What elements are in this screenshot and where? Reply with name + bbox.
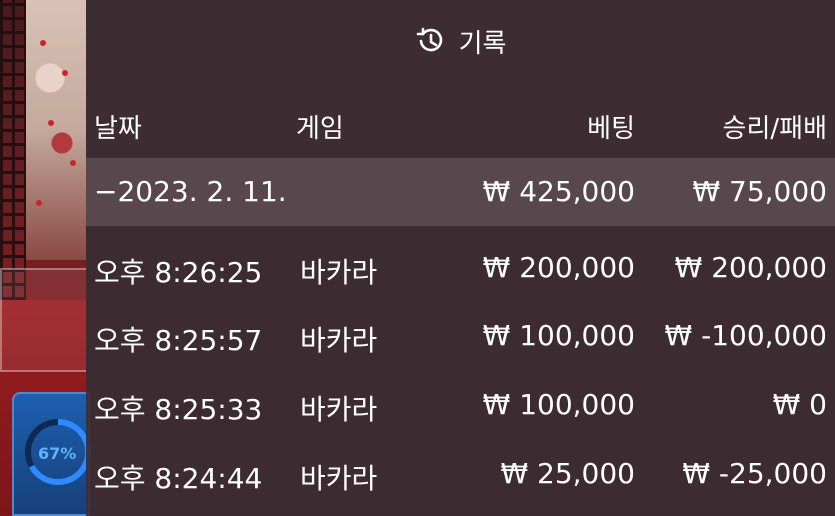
blossom-decor [62,70,68,76]
row-result: ₩ 0 [772,388,827,421]
summary-date: −2023. 2. 11. [94,175,287,208]
row-game: 바카라 [300,462,378,495]
history-icon [416,27,442,52]
column-header-date: 날짜 [94,114,142,144]
row-result: ₩ -100,000 [664,319,827,352]
background-lattice [0,0,26,300]
column-header-game: 게임 [296,114,344,144]
blossom-decor [48,120,54,126]
panel-header: 기록 [86,0,835,88]
background-decor-panel [26,0,86,260]
table-row[interactable]: 오후 8:25:57 바카라 ₩ 100,000 ₩ -100,000 [86,302,835,370]
table-row[interactable]: 오후 8:24:44 바카라 ₩ 25,000 ₩ -25,000 [86,440,835,508]
table-row[interactable]: 오후 8:26:25 바카라 ₩ 200,000 ₩ 200,000 [86,234,835,302]
row-bet: ₩ 200,000 [482,251,635,284]
row-time: 오후 8:25:33 [94,393,263,426]
row-time: 오후 8:26:25 [94,256,263,289]
game-screen: 67% 기록 날짜 게임 베팅 승리/패배 −2023. 2. 11. ₩ 42… [0,0,835,516]
table-header: 날짜 게임 베팅 승리/패배 [86,88,835,158]
progress-percent: 67% [38,444,77,463]
history-panel: 기록 날짜 게임 베팅 승리/패배 −2023. 2. 11. ₩ 425,00… [86,0,835,516]
row-result: ₩ 200,000 [674,251,827,284]
row-game: 바카라 [300,324,378,357]
panel-title: 기록 [458,28,507,59]
row-game: 바카라 [300,393,378,426]
row-bet: ₩ 100,000 [482,388,635,421]
row-time: 오후 8:24:44 [94,462,263,495]
row-bet: ₩ 25,000 [500,457,635,490]
column-header-bet: 베팅 [587,114,635,144]
row-time: 오후 8:25:57 [94,324,263,357]
table-row[interactable]: 오후 8:25:33 바카라 ₩ 100,000 ₩ 0 [86,371,835,439]
summary-result: ₩ 75,000 [692,175,827,208]
blossom-decor [36,200,42,206]
blossom-decor [70,160,76,166]
row-game: 바카라 [300,256,378,289]
date-summary-row[interactable]: −2023. 2. 11. ₩ 425,000 ₩ 75,000 [86,158,835,226]
column-header-result: 승리/패배 [722,114,827,144]
summary-bet: ₩ 425,000 [482,175,635,208]
background-glass-divider [0,268,86,372]
blossom-decor [40,40,46,46]
row-result: ₩ -25,000 [682,457,827,490]
row-bet: ₩ 100,000 [482,319,635,352]
